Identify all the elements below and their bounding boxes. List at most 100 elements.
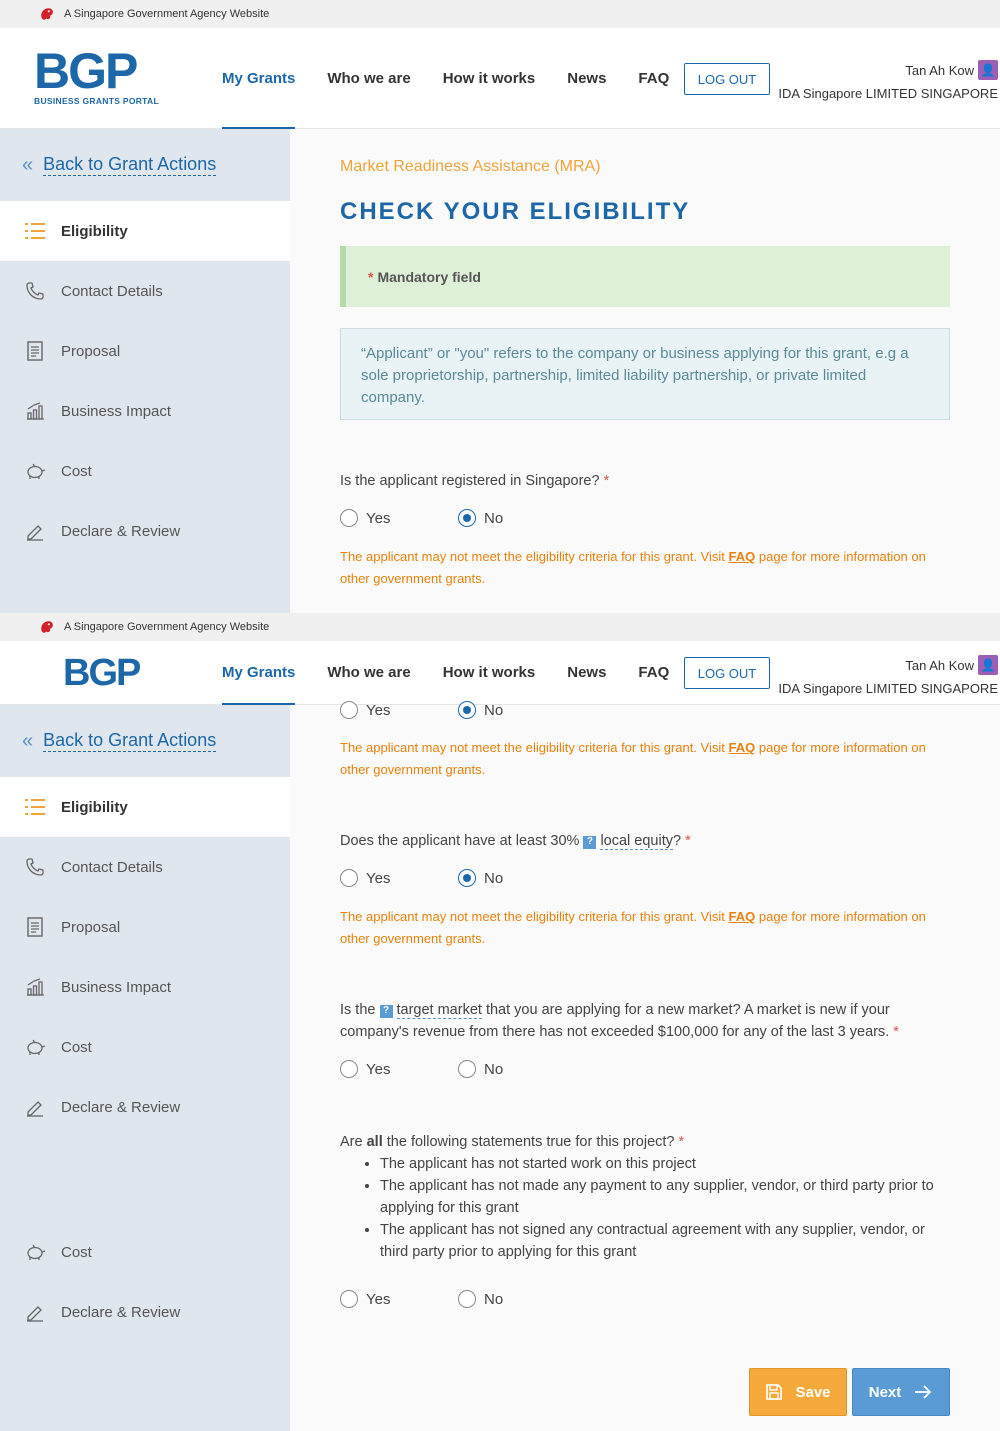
back-label: Back to Grant Actions bbox=[43, 730, 217, 752]
sidebar-item-eligibility[interactable]: Eligibility bbox=[0, 777, 290, 837]
sidebar-item-label: Eligibility bbox=[61, 798, 128, 816]
radio-circle-selected[interactable] bbox=[458, 509, 476, 527]
local-equity-tooltip[interactable]: local equity bbox=[600, 833, 673, 850]
page-title: CHECK YOUR ELIGIBILITY bbox=[340, 198, 691, 225]
piggy-bank-icon bbox=[24, 460, 46, 482]
sidebar-item-contact-details[interactable]: Contact Details bbox=[0, 837, 290, 897]
floppy-disk-icon bbox=[766, 1384, 783, 1400]
nav-faq[interactable]: FAQ bbox=[638, 641, 669, 704]
faq-link[interactable]: FAQ bbox=[729, 909, 756, 924]
radio-circle[interactable] bbox=[340, 701, 358, 719]
gov-bar-text: A Singapore Government Agency Website bbox=[64, 621, 270, 633]
question-text: the following statements true for this p… bbox=[386, 1134, 675, 1150]
radio-circle-selected[interactable] bbox=[458, 701, 476, 719]
nav-my-grants[interactable]: My Grants bbox=[222, 28, 296, 129]
double-chevron-left-icon: « bbox=[22, 153, 34, 176]
radio-yes[interactable]: Yes bbox=[340, 700, 458, 720]
radio-circle[interactable] bbox=[458, 1060, 476, 1078]
radio-no[interactable]: No bbox=[458, 1290, 576, 1308]
logout-button[interactable]: LOG OUT bbox=[684, 657, 770, 689]
back-to-grant-actions-link[interactable]: « Back to Grant Actions bbox=[0, 129, 290, 201]
user-info[interactable]: Tan Ah Kow 👤 IDA Singapore LIMITED SINGAP… bbox=[778, 60, 998, 101]
main-nav: My Grants Who we are How it works News F… bbox=[222, 28, 701, 129]
phone-icon bbox=[24, 856, 46, 878]
sidebar-item-label: Cost bbox=[61, 1038, 92, 1056]
list-item: The applicant has not signed any contrac… bbox=[380, 1219, 955, 1263]
radio-label: Yes bbox=[366, 1290, 391, 1308]
faq-link[interactable]: FAQ bbox=[729, 549, 756, 564]
bgp-logo[interactable]: BGP bbox=[63, 652, 141, 694]
nav-news[interactable]: News bbox=[567, 28, 606, 128]
sidebar-item-declare-review[interactable]: Declare & Review bbox=[0, 501, 290, 561]
radio-label: No bbox=[484, 1060, 504, 1078]
user-name: Tan Ah Kow bbox=[905, 62, 974, 78]
list-icon bbox=[24, 796, 46, 818]
help-icon[interactable]: ? bbox=[583, 835, 597, 849]
save-button[interactable]: Save bbox=[749, 1368, 847, 1416]
sidebar-item-proposal[interactable]: Proposal bbox=[0, 321, 290, 381]
radio-circle[interactable] bbox=[340, 869, 358, 887]
radio-circle-selected[interactable] bbox=[458, 869, 476, 887]
nav-who-we-are[interactable]: Who we are bbox=[327, 28, 410, 128]
sidebar-item-business-impact[interactable]: Business Impact bbox=[0, 957, 290, 1017]
radio-yes[interactable]: Yes bbox=[340, 509, 458, 527]
logo-mark: BGP bbox=[63, 652, 141, 694]
radio-yes[interactable]: Yes bbox=[340, 1290, 458, 1308]
radio-circle[interactable] bbox=[340, 1060, 358, 1078]
site-header: BGP BUSINESS GRANTS PORTAL My Grants Who… bbox=[0, 28, 1000, 129]
radio-no[interactable]: No bbox=[458, 509, 576, 527]
pen-icon bbox=[24, 1301, 46, 1323]
nav-how-it-works[interactable]: How it works bbox=[443, 641, 536, 704]
arrow-right-icon bbox=[915, 1385, 932, 1399]
bgp-logo[interactable]: BGP BUSINESS GRANTS PORTAL bbox=[34, 46, 159, 106]
sidebar-item-cost[interactable]: Cost bbox=[0, 441, 290, 501]
sidebar-item-eligibility[interactable]: Eligibility bbox=[0, 201, 290, 261]
target-market-tooltip[interactable]: target market bbox=[396, 1002, 482, 1019]
radio-yes[interactable]: Yes bbox=[340, 869, 458, 887]
radio-yes[interactable]: Yes bbox=[340, 1060, 458, 1078]
radio-label: No bbox=[484, 509, 504, 527]
required-star: * bbox=[368, 268, 374, 285]
nav-who-we-are[interactable]: Who we are bbox=[327, 641, 410, 704]
radio-label: No bbox=[484, 869, 504, 887]
warning-text: The applicant may not meet the eligibili… bbox=[340, 549, 725, 564]
help-icon[interactable]: ? bbox=[379, 1004, 393, 1018]
sidebar-item-cost[interactable]: Cost bbox=[0, 1017, 290, 1077]
required-star: * bbox=[893, 1024, 899, 1040]
nav-my-grants[interactable]: My Grants bbox=[222, 641, 296, 705]
back-to-grant-actions-link[interactable]: « Back to Grant Actions bbox=[0, 705, 290, 777]
question-target-market: Is the ? target market that you are apply… bbox=[340, 999, 955, 1043]
piggy-bank-icon bbox=[24, 1036, 46, 1058]
required-star: * bbox=[603, 473, 610, 489]
radio-circle[interactable] bbox=[340, 509, 358, 527]
radio-no[interactable]: No bbox=[458, 700, 576, 720]
sidebar-item-label: Declare & Review bbox=[61, 522, 181, 540]
grant-name: Market Readiness Assistance (MRA) bbox=[340, 158, 601, 175]
next-button[interactable]: Next bbox=[852, 1368, 950, 1416]
sidebar-item-declare-review[interactable]: Declare & Review bbox=[0, 1077, 290, 1137]
radio-circle[interactable] bbox=[458, 1290, 476, 1308]
sidebar-item-proposal[interactable]: Proposal bbox=[0, 897, 290, 957]
nav-news[interactable]: News bbox=[567, 641, 606, 704]
logout-button[interactable]: LOG OUT bbox=[684, 63, 770, 95]
save-label: Save bbox=[795, 1383, 831, 1401]
lion-head-icon bbox=[41, 8, 53, 20]
nav-how-it-works[interactable]: How it works bbox=[443, 28, 536, 128]
radio-circle[interactable] bbox=[340, 1290, 358, 1308]
nav-faq[interactable]: FAQ bbox=[638, 28, 669, 128]
radio-label: Yes bbox=[366, 869, 391, 887]
question-text: Are bbox=[340, 1134, 363, 1150]
radio-no[interactable]: No bbox=[458, 1060, 576, 1078]
eligibility-warning: The applicant may not meet the eligibili… bbox=[340, 546, 950, 590]
document-icon bbox=[24, 340, 46, 362]
sidebar-item-contact-details[interactable]: Contact Details bbox=[0, 261, 290, 321]
sidebar-item-cost[interactable]: Cost bbox=[0, 1222, 290, 1282]
user-info[interactable]: Tan Ah Kow 👤 IDA Singapore LIMITED SINGAP… bbox=[778, 655, 998, 696]
document-icon bbox=[24, 916, 46, 938]
sidebar-item-business-impact[interactable]: Business Impact bbox=[0, 381, 290, 441]
question-local-equity: Does the applicant have at least 30% ? lo… bbox=[340, 830, 955, 852]
radio-no[interactable]: No bbox=[458, 869, 576, 887]
question-statements-true: Are all the following statements true fo… bbox=[340, 1131, 955, 1263]
faq-link[interactable]: FAQ bbox=[729, 740, 756, 755]
sidebar-item-declare-review[interactable]: Declare & Review bbox=[0, 1282, 290, 1342]
